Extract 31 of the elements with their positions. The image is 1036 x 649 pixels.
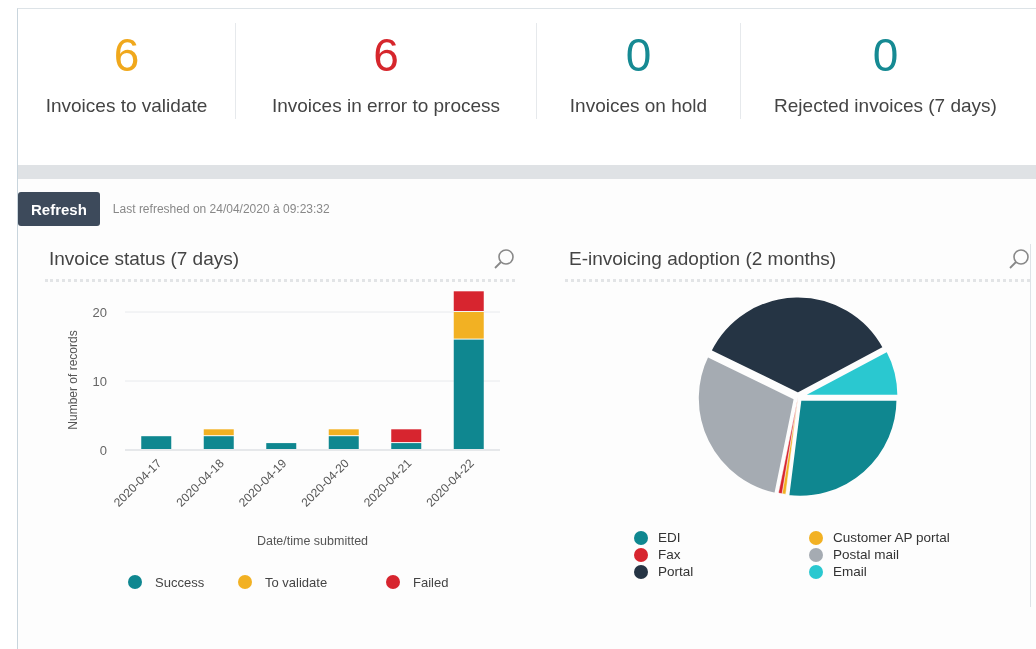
legend-label: Email (833, 564, 867, 579)
axis-tick-label: 10 (92, 374, 107, 389)
axis-tick-label: 20 (92, 305, 107, 320)
legend-label: Customer AP portal (833, 530, 950, 545)
refresh-button[interactable]: Refresh (18, 192, 100, 226)
stat-value: 0 (625, 31, 652, 79)
stat-label: Invoices on hold (569, 95, 708, 117)
panel-title: Invoice status (7 days) (49, 247, 240, 270)
last-refreshed-text: Last refreshed on 24/04/2020 à 09:23:32 (112, 202, 330, 216)
legend-label: Postal mail (833, 547, 900, 562)
legend-label: Portal (658, 564, 694, 579)
panel-title: E-invoicing adoption (2 months) (569, 247, 837, 270)
legend-label: Fax (658, 547, 681, 562)
search-icon[interactable] (1008, 247, 1030, 270)
stat-label: Invoices in error to process (271, 95, 501, 117)
bar-segment (141, 436, 172, 449)
axis-title: Number of records (66, 330, 80, 430)
bar-segment (266, 443, 297, 449)
stat-value: 6 (373, 31, 399, 79)
stat-value: 6 (113, 31, 140, 79)
bar-segment (453, 291, 484, 311)
search-icon[interactable] (493, 247, 515, 270)
legend-label: To validate (265, 575, 328, 590)
legend-label: Failed (413, 575, 449, 590)
stat-value: 0 (872, 31, 899, 79)
axis-tick-label: 0 (99, 443, 107, 458)
stat-label: Rejected invoices (7 days) (774, 95, 997, 117)
axis-title: Date/time submitted (256, 534, 369, 548)
legend-label: Success (155, 575, 205, 590)
legend-label: EDI (658, 530, 681, 545)
stat-label: Invoices to validate (45, 95, 208, 117)
